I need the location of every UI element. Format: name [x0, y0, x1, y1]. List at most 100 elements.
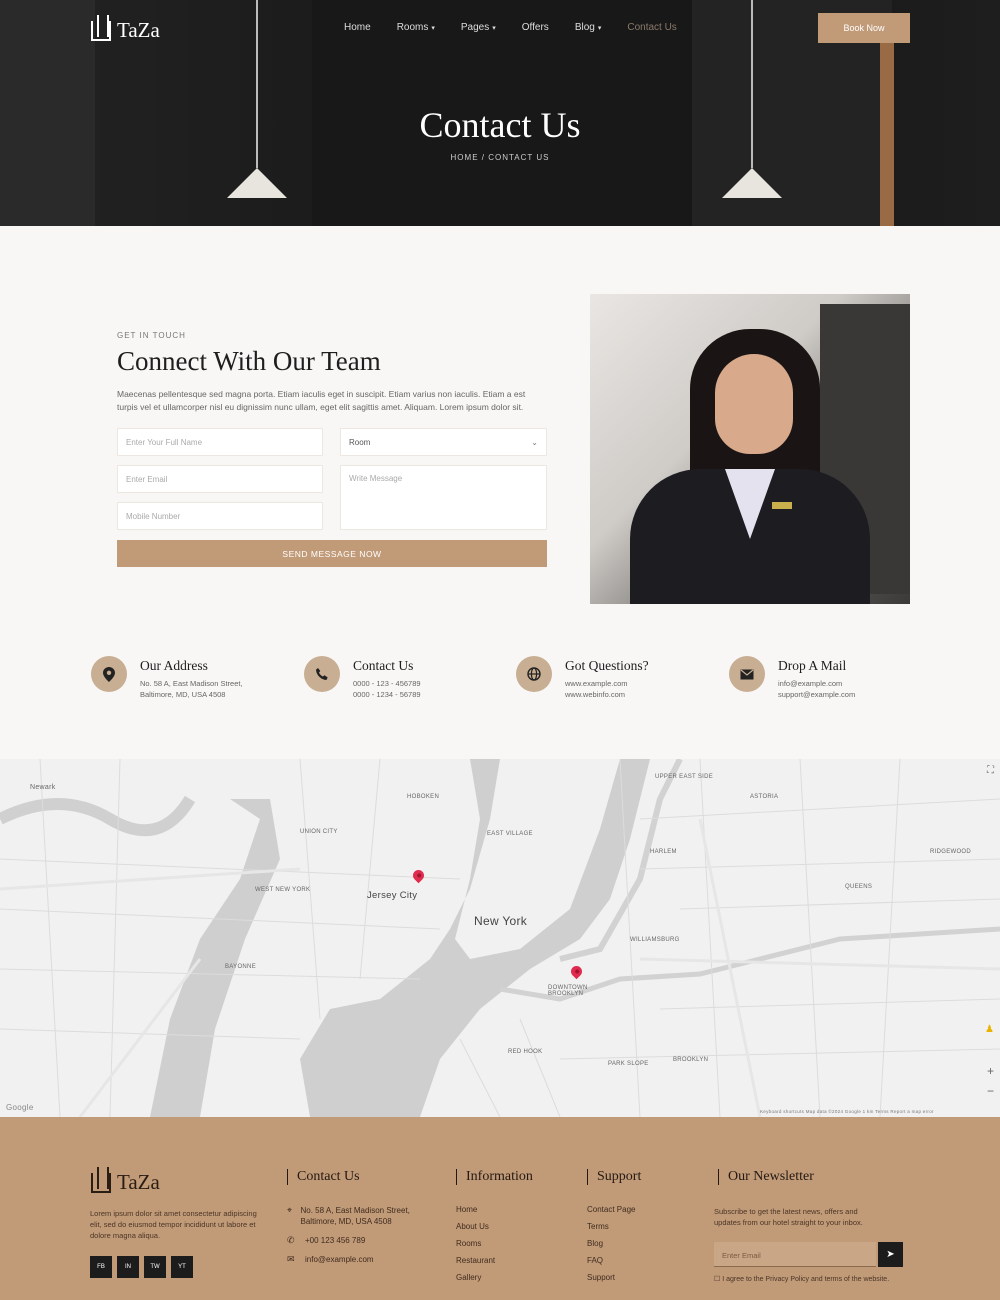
footer-newsletter-title: Our Newsletter	[718, 1169, 814, 1185]
footer-link[interactable]: About Us	[456, 1222, 495, 1231]
footer-link[interactable]: Home	[456, 1205, 495, 1214]
nav-item-pages[interactable]: Pages ▾	[461, 22, 496, 33]
phone-placeholder: Mobile Number	[126, 511, 181, 521]
pendant-lamp	[227, 168, 287, 198]
nav-item-contact[interactable]: Contact Us	[627, 22, 676, 33]
footer-contact: ⌖ No. 58 A, East Madison Street, Baltimor…	[287, 1205, 412, 1273]
newsletter-text: Subscribe to get the latest news, offers…	[714, 1207, 863, 1227]
map-label: EAST VILLAGE	[487, 831, 533, 837]
privacy-agree-checkbox[interactable]: ☐ I agree to the Privacy Policy and term…	[714, 1275, 894, 1285]
main-nav: Home Rooms ▾ Pages ▾ Offers Blog ▾ Contact …	[344, 22, 677, 33]
info-line: info@example.com	[778, 679, 843, 688]
nav-item-offers[interactable]: Offers	[522, 22, 549, 33]
pendant-lamp	[722, 168, 782, 198]
youtube-icon[interactable]: YT	[171, 1256, 193, 1278]
photo-badge	[772, 502, 792, 509]
footer-link[interactable]: FAQ	[587, 1256, 635, 1265]
footer-link[interactable]: Restaurant	[456, 1256, 495, 1265]
message-placeholder: Write Message	[349, 474, 403, 483]
location-map[interactable]: New York Jersey City BROOKLYN HOBOKEN EA…	[0, 759, 1000, 1117]
info-line: www.webinfo.com	[565, 690, 626, 699]
phone-icon	[304, 656, 340, 692]
section-description: Maecenas pellentesque sed magna porta. E…	[117, 389, 526, 412]
footer-information-links: Home About Us Rooms Restaurant Gallery	[456, 1205, 495, 1290]
nav-item-blog[interactable]: Blog ▾	[575, 22, 602, 33]
footer-email[interactable]: info@example.com	[305, 1254, 374, 1265]
nav-label: Blog	[574, 22, 595, 33]
nav-label: Home	[344, 22, 371, 33]
footer-link[interactable]: Gallery	[456, 1273, 495, 1282]
map-label: New York	[474, 914, 528, 928]
map-pin-icon	[91, 656, 127, 692]
brand-name: TaZa	[117, 18, 160, 42]
footer-logo[interactable]: TaZa	[91, 1166, 160, 1195]
map-label: DOWNTOWN BROOKLYN	[548, 985, 588, 997]
brand-logo[interactable]: TaZa	[91, 14, 160, 43]
send-message-button[interactable]: SEND MESSAGE NOW	[117, 540, 547, 567]
info-title: Our Address	[140, 658, 208, 673]
privacy-agree-label: I agree to the Privacy Policy and terms …	[722, 1276, 890, 1283]
facebook-icon[interactable]: FB	[90, 1256, 112, 1278]
nav-label: Rooms	[396, 22, 429, 33]
info-title: Drop A Mail	[778, 658, 847, 673]
info-title: Contact Us	[353, 658, 414, 673]
nav-item-home[interactable]: Home	[344, 22, 371, 33]
message-textarea[interactable]: Write Message	[340, 465, 547, 530]
room-select[interactable]: Room ⌄	[340, 428, 547, 456]
mail-icon: ✉	[287, 1254, 295, 1264]
footer-link[interactable]: Support	[587, 1273, 635, 1282]
map-label: RIDGEWOOD	[930, 849, 972, 855]
footer-link[interactable]: Contact Page	[587, 1205, 635, 1214]
section-eyebrow: GET IN TOUCH	[117, 331, 186, 340]
social-links: FB IN TW YT	[90, 1256, 193, 1278]
phone-field[interactable]: Mobile Number	[117, 502, 323, 530]
footer-information-title: Information	[456, 1169, 533, 1185]
map-label: Newark	[30, 784, 56, 791]
info-line: support@example.com	[778, 690, 856, 699]
info-questions: Got Questions? www.example.com www.webin…	[516, 656, 649, 699]
nav-item-rooms[interactable]: Rooms ▾	[397, 22, 435, 33]
page-title: Contact Us	[419, 105, 581, 145]
mail-icon	[729, 656, 765, 692]
section-title: Connect With Our Team	[117, 346, 381, 376]
nav-label: Contact Us	[627, 22, 677, 33]
map-pin-icon: ⌖	[287, 1205, 293, 1215]
map-label: WEST NEW YORK	[255, 887, 311, 893]
footer-link[interactable]: Blog	[587, 1239, 635, 1248]
zoom-out-icon[interactable]: −	[987, 1084, 994, 1098]
chevron-down-icon: ▾	[492, 25, 496, 32]
newsletter-email-input[interactable]: Enter Email	[714, 1242, 876, 1267]
map-label: BAYONNE	[225, 964, 256, 970]
chevron-down-icon: ▾	[431, 25, 435, 32]
info-address: Our Address No. 58 A, East Madison Stree…	[91, 656, 243, 699]
send-icon[interactable]: ➤	[878, 1242, 903, 1267]
map-label: BROOKLYN	[673, 1057, 709, 1063]
info-line: 0000 - 123 - 456789	[353, 679, 421, 688]
checkbox-icon: ☐	[714, 1276, 721, 1283]
footer-link[interactable]: Rooms	[456, 1239, 495, 1248]
footer-address: No. 58 A, East Madison Street, Baltimore…	[300, 1206, 410, 1226]
map-label: PARK SLOPE	[608, 1061, 649, 1067]
map-label: ASTORIA	[750, 794, 779, 800]
name-field[interactable]: Enter Your Full Name	[117, 428, 323, 456]
pegman-icon[interactable]: ♟	[985, 1024, 994, 1035]
twitter-icon[interactable]: TW	[144, 1256, 166, 1278]
map-label: HOBOKEN	[407, 794, 440, 800]
book-now-button[interactable]: Book Now	[818, 13, 910, 43]
photo-face	[715, 354, 793, 454]
fullscreen-icon[interactable]: ⛶	[987, 765, 994, 776]
footer-about: Lorem ipsum dolor sit amet consectetur a…	[90, 1209, 257, 1240]
zoom-in-icon[interactable]: +	[987, 1064, 994, 1078]
info-line: Baltimore, MD, USA 4508	[140, 690, 226, 699]
receptionist-photo	[590, 294, 910, 604]
email-field[interactable]: Enter Email	[117, 465, 323, 493]
footer-phone[interactable]: +00 123 456 789	[305, 1235, 365, 1246]
brand-name: TaZa	[117, 1170, 160, 1194]
map-label: UPPER EAST SIDE	[655, 774, 714, 780]
info-mail: Drop A Mail info@example.com support@exa…	[729, 656, 855, 699]
info-line: 0000 - 1234 - 56789	[353, 690, 421, 699]
map-attribution[interactable]: Keyboard shortcuts Map data ©2024 Google…	[760, 1109, 934, 1114]
instagram-icon[interactable]: IN	[117, 1256, 139, 1278]
footer-link[interactable]: Terms	[587, 1222, 635, 1231]
map-label: HARLEM	[650, 849, 677, 855]
